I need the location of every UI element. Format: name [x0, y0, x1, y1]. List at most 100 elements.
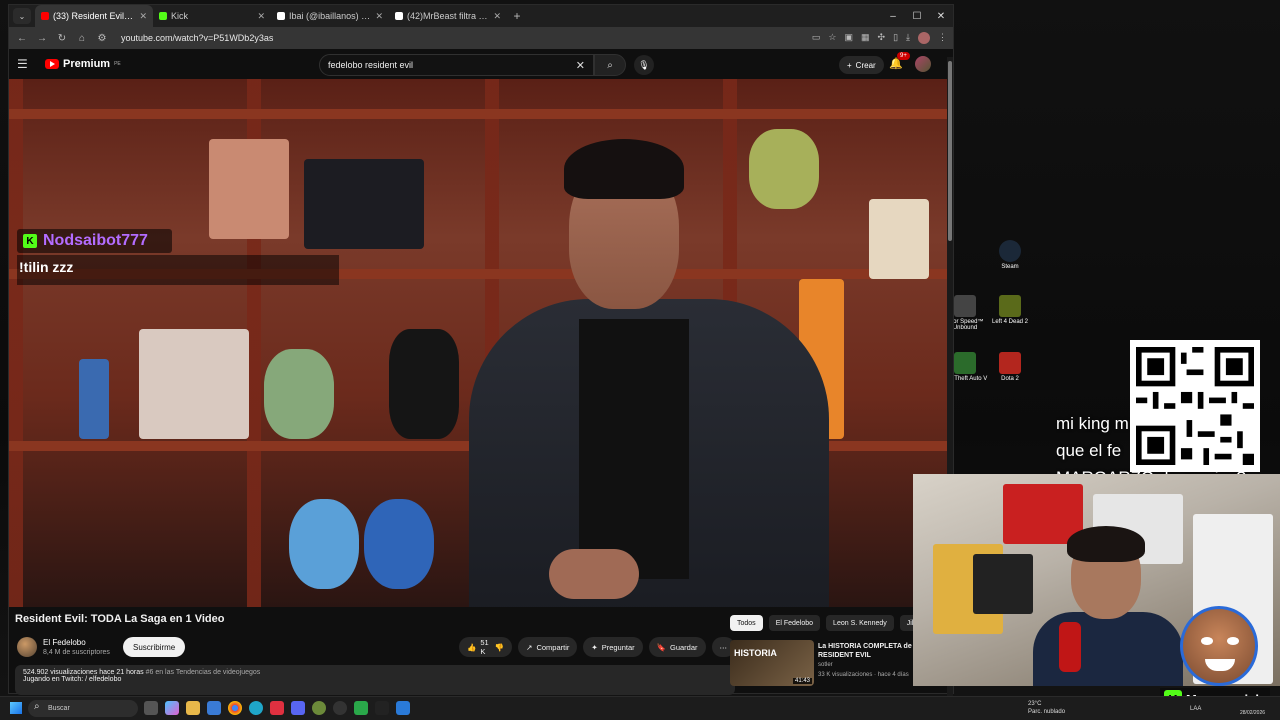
- thumbnail-text: HISTORIA: [734, 648, 777, 658]
- recommended-thumbnail[interactable]: HISTORIA 41:43: [730, 640, 814, 686]
- shelf: [9, 109, 947, 119]
- extension-icon[interactable]: ▣: [844, 32, 853, 44]
- youtube-premium-logo[interactable]: Premium PE: [45, 58, 121, 70]
- download-icon[interactable]: ⤓: [906, 32, 910, 44]
- thumbs-down-icon[interactable]: 👎: [495, 643, 504, 652]
- profile-avatar[interactable]: [918, 32, 930, 44]
- taskbar-apps: [144, 701, 410, 715]
- tiktok-favicon-icon: [395, 12, 403, 20]
- taskbar-date[interactable]: 28/02/2026: [1240, 710, 1265, 716]
- kick-chat-username: Nodsaibot777: [43, 232, 148, 249]
- site-info-icon[interactable]: ⚙: [95, 33, 109, 44]
- language-indicator[interactable]: LAA: [1190, 706, 1201, 712]
- home-icon[interactable]: ⌂: [75, 33, 89, 44]
- scrollbar-thumb[interactable]: [948, 61, 952, 241]
- close-tab-icon[interactable]: ✕: [493, 11, 501, 22]
- share-button[interactable]: ↗ Compartir: [518, 637, 578, 657]
- close-window-button[interactable]: ✕: [929, 11, 953, 22]
- search-input[interactable]: fedelobo resident evil ✕: [319, 54, 594, 76]
- app-icon[interactable]: [333, 701, 347, 715]
- video-player[interactable]: K Nodsaibot777 !tilin zzz: [9, 79, 947, 607]
- desktop: Steam Left 4 Dead 2 Dota 2 d for Speed™ …: [0, 0, 1280, 720]
- hamburger-menu-icon[interactable]: ☰: [17, 57, 37, 71]
- chip-leon-kennedy[interactable]: Leon S. Kennedy: [826, 615, 894, 631]
- subscribe-button[interactable]: Suscribirme: [123, 637, 186, 657]
- app-icon[interactable]: [375, 701, 389, 715]
- app-icon[interactable]: [312, 701, 326, 715]
- address-bar: ← → ↻ ⌂ ⚙ youtube.com/watch?v=P51WDb2y3a…: [9, 27, 953, 49]
- tab-search-button[interactable]: ⌄: [13, 8, 31, 24]
- reload-icon[interactable]: ↻: [55, 33, 69, 44]
- user-avatar[interactable]: [915, 56, 931, 72]
- menu-kebab-icon[interactable]: ⋮: [938, 32, 947, 44]
- taskbar-search[interactable]: Buscar: [28, 700, 138, 717]
- app-icon[interactable]: [270, 701, 284, 715]
- search-button[interactable]: ⌕: [594, 54, 626, 76]
- close-tab-icon[interactable]: ✕: [257, 11, 265, 22]
- save-button[interactable]: 🔖 Guardar: [648, 637, 706, 657]
- app-icon[interactable]: [396, 701, 410, 715]
- copilot-icon[interactable]: [165, 701, 179, 715]
- forward-icon[interactable]: →: [35, 33, 49, 44]
- url-field[interactable]: youtube.com/watch?v=P51WDb2y3as: [115, 29, 806, 47]
- clear-search-icon[interactable]: ✕: [576, 59, 585, 72]
- create-button[interactable]: + Crear: [839, 56, 884, 74]
- desktop-icon-dota2[interactable]: Dota 2: [985, 352, 1035, 382]
- video-duration: 41:43: [792, 678, 812, 684]
- tab-tiktok-2[interactable]: (42)MrBeast filtra la pelea de Ib ✕: [389, 5, 507, 27]
- chip-el-fedelobo[interactable]: El Fedelobo: [768, 615, 821, 631]
- chip-todos[interactable]: Todos: [730, 615, 763, 631]
- twitch-link[interactable]: / elfedelobo: [85, 676, 121, 683]
- nfs-unbound-icon: [954, 295, 976, 317]
- tab-youtube[interactable]: (33) Resident Evil: TODA La Saga ✕: [35, 5, 153, 27]
- logo-text: Premium: [63, 58, 111, 70]
- window-controls: – ☐ ✕: [881, 11, 953, 22]
- puzzle-icon[interactable]: ✣: [878, 32, 886, 44]
- video-description[interactable]: 524.902 visualizaciones hace 21 horas #6…: [15, 665, 735, 695]
- channel-name[interactable]: El Fedelobo: [43, 638, 86, 647]
- maximize-button[interactable]: ☐: [905, 11, 929, 22]
- desktop-icon-steam[interactable]: Steam: [985, 240, 1035, 270]
- ask-button[interactable]: ✦ Preguntar: [583, 637, 643, 657]
- close-tab-icon[interactable]: ✕: [375, 11, 383, 22]
- address-bar-actions: ▭ ☆ ▣ ▦ ✣ ▯ ⤓ ⋮: [812, 32, 947, 44]
- edge-icon[interactable]: [249, 701, 263, 715]
- channel-avatar[interactable]: [17, 637, 37, 657]
- split-icon[interactable]: ▯: [893, 32, 898, 44]
- windows-start-icon[interactable]: [10, 702, 22, 714]
- microphone-icon: 🎙: [638, 59, 650, 70]
- tiktok-favicon-icon: [277, 12, 285, 20]
- discord-icon[interactable]: [291, 701, 305, 715]
- recommended-video[interactable]: HISTORIA 41:43 La HISTORIA COMPLETA de R…: [730, 640, 930, 686]
- chrome-icon[interactable]: [228, 701, 242, 715]
- collectible: [364, 499, 434, 589]
- tab-bar: ⌄ (33) Resident Evil: TODA La Saga ✕ Kic…: [9, 5, 953, 27]
- kick-favicon-icon: [159, 12, 167, 20]
- tab-kick[interactable]: Kick ✕: [153, 5, 271, 27]
- task-view-icon[interactable]: [144, 701, 158, 715]
- kick-chat-username-row: K Nodsaibot777: [17, 229, 172, 253]
- store-icon[interactable]: [207, 701, 221, 715]
- logo-region: PE: [114, 61, 121, 67]
- extension-icon[interactable]: ▦: [861, 32, 870, 44]
- minimize-button[interactable]: –: [881, 11, 905, 22]
- bookmark-star-icon[interactable]: ☆: [828, 32, 836, 44]
- kick-logo-icon: K: [23, 234, 37, 248]
- twitch-line: Jugando en Twitch: / elfedelobo: [23, 676, 727, 683]
- cast-icon[interactable]: ▭: [812, 32, 821, 44]
- weather-widget[interactable]: 23°C Parc. nublado: [1028, 700, 1065, 716]
- desktop-icon-left4dead2[interactable]: Left 4 Dead 2: [985, 295, 1035, 325]
- new-tab-button[interactable]: +: [507, 9, 527, 23]
- file-explorer-icon[interactable]: [186, 701, 200, 715]
- qr-code-icon: [1136, 347, 1254, 465]
- app-icon[interactable]: [354, 701, 368, 715]
- close-tab-icon[interactable]: ✕: [139, 11, 147, 22]
- voice-search-button[interactable]: 🎙: [634, 55, 654, 75]
- back-icon[interactable]: ←: [15, 33, 29, 44]
- desktop-icon-label: Dota 2: [1001, 376, 1019, 382]
- collectible: [209, 139, 289, 239]
- recommended-channel[interactable]: sotler: [818, 662, 833, 668]
- like-button[interactable]: 👍 51 K 👎: [459, 637, 513, 657]
- tab-tiktok[interactable]: Ibai (@ibaillanos) | TikTok ✕: [271, 5, 389, 27]
- video-info: Resident Evil: TODA La Saga en 1 Video E…: [15, 613, 735, 695]
